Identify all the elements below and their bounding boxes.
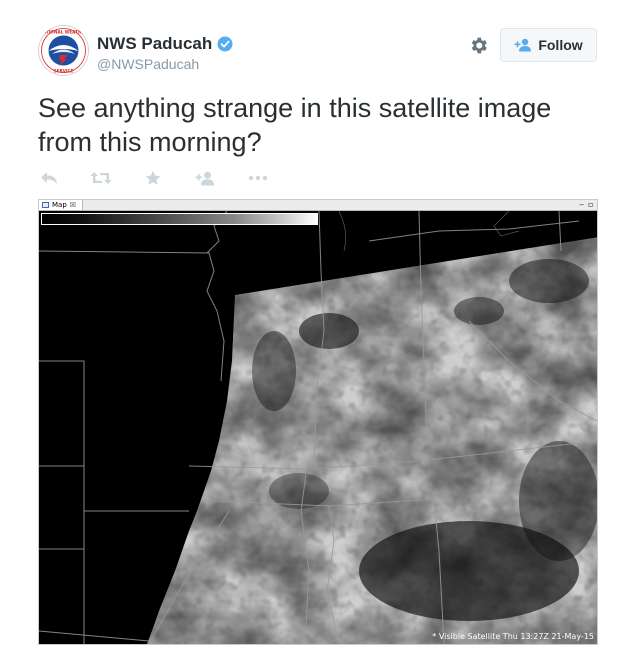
user-handle[interactable]: @NWSPaducah — [97, 56, 199, 72]
minimize-icon[interactable]: ‒ — [579, 201, 586, 209]
verified-badge-icon — [217, 36, 233, 52]
avatar-text-bottom: SERVICE — [54, 69, 74, 74]
tweet-text: See anything strange in this satellite i… — [38, 93, 552, 157]
follow-button-label: Follow — [538, 37, 583, 53]
colorbar-legend — [41, 213, 318, 225]
follow-button[interactable]: Follow — [500, 28, 597, 62]
nws-logo: NATIONAL WEATHER SERVICE — [38, 25, 89, 76]
display-name-text[interactable]: NWS Paducah — [97, 34, 212, 54]
reply-icon — [41, 172, 57, 184]
map-tab-bar: Map ☒ ‒ ▫ — [39, 200, 597, 211]
image-caption: * Visible Satellite Thu 13:27Z 21-May-15 — [432, 632, 594, 641]
add-user-icon — [195, 171, 214, 185]
satellite-image — [39, 211, 597, 644]
tweet-media[interactable]: Map ☒ ‒ ▫ * Visible Satellite Thu 13:27Z… — [38, 199, 598, 645]
more-button[interactable] — [248, 168, 268, 188]
follow-action-button[interactable] — [195, 168, 215, 188]
retweet-icon — [90, 172, 112, 184]
star-icon — [145, 170, 161, 185]
avatar[interactable]: NATIONAL WEATHER SERVICE — [38, 25, 89, 76]
tab-close-icon[interactable]: ☒ — [70, 200, 76, 210]
map-tab-label: Map — [52, 201, 67, 209]
gear-icon[interactable] — [468, 35, 489, 56]
display-name[interactable]: NWS Paducah — [97, 34, 233, 54]
favorite-button[interactable] — [145, 168, 161, 188]
retweet-button[interactable] — [90, 168, 112, 188]
reply-button[interactable] — [40, 168, 58, 188]
more-icon — [248, 175, 268, 181]
avatar-text-top: NATIONAL WEATHER — [39, 30, 88, 35]
maximize-icon[interactable]: ▫ — [588, 201, 595, 209]
map-tab[interactable]: Map ☒ — [39, 200, 84, 210]
add-user-icon — [514, 38, 532, 52]
map-icon — [42, 202, 49, 208]
